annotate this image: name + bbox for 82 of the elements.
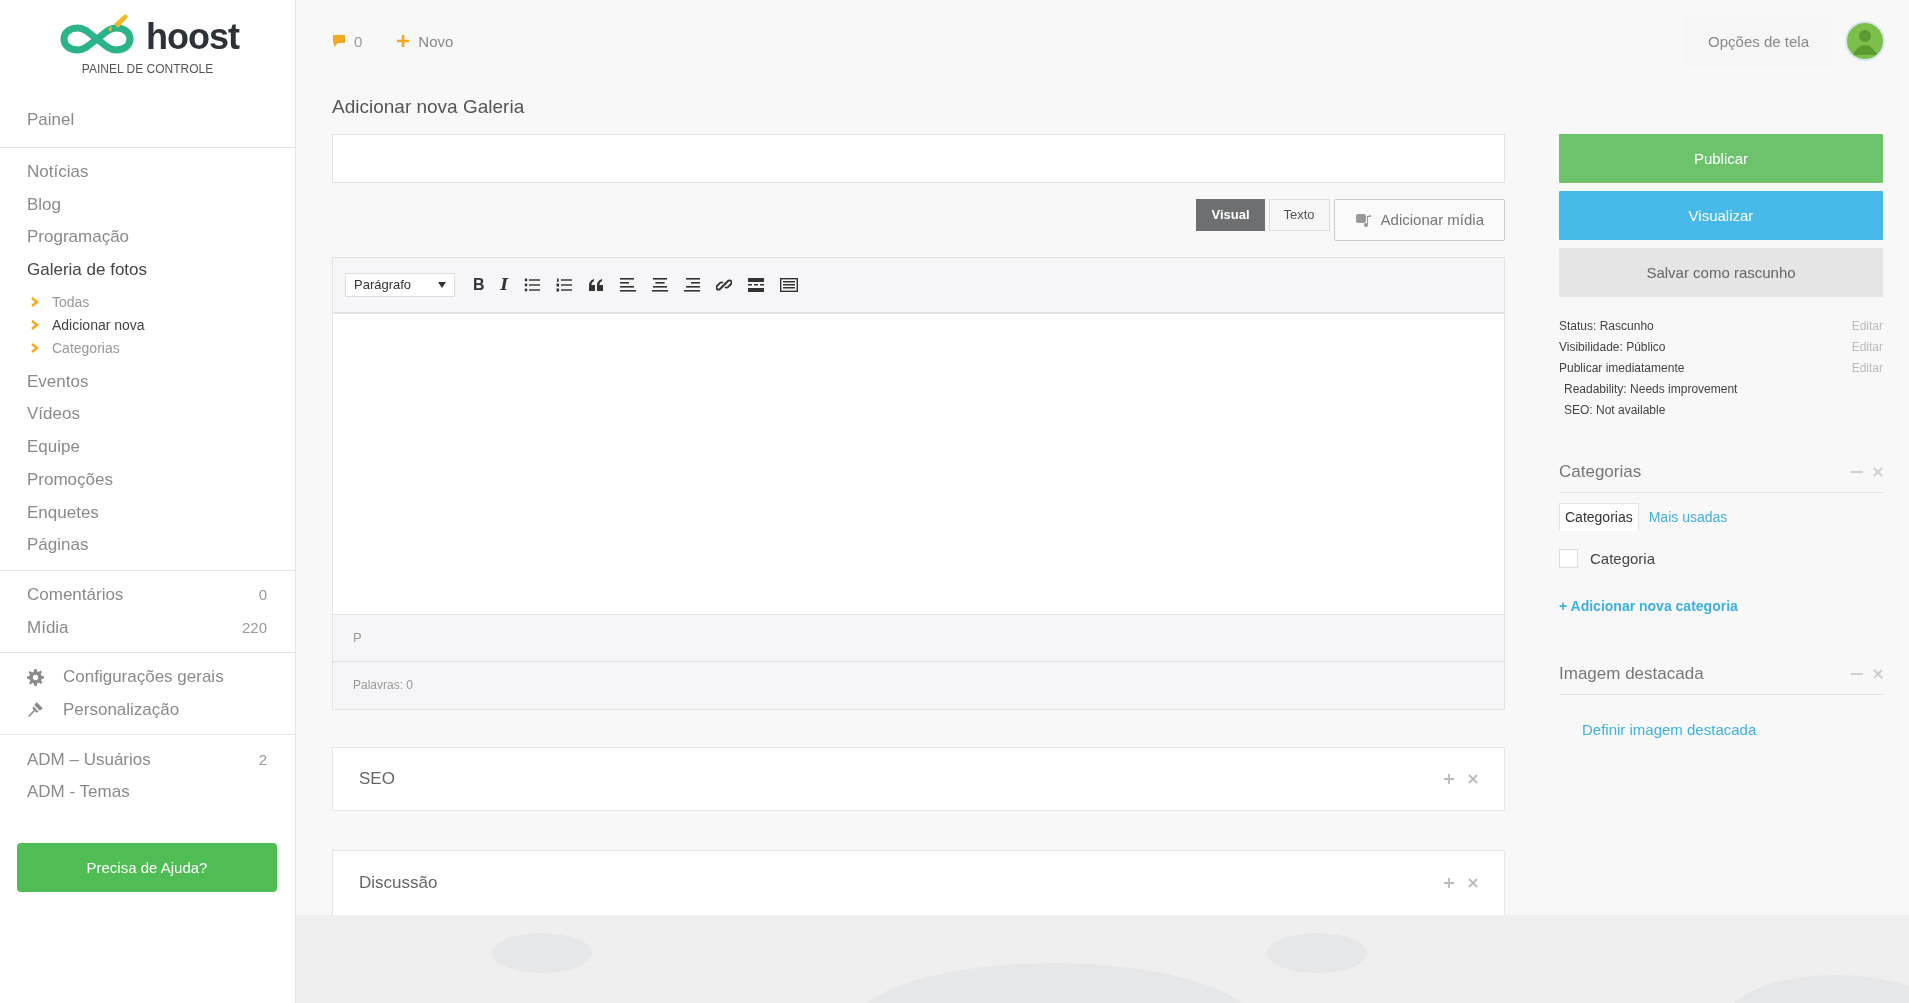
- help-button[interactable]: Precisa de Ajuda?: [17, 842, 277, 892]
- edit-link[interactable]: Editar: [1851, 319, 1883, 340]
- media-icon: [1354, 211, 1373, 228]
- category-tab[interactable]: Mais usadas: [1642, 503, 1734, 531]
- align-left-icon[interactable]: [620, 277, 637, 292]
- chevron-icon: [31, 319, 39, 330]
- seo-note: Readability: Needs improvement: [1563, 382, 1739, 398]
- bullet-list-icon[interactable]: [524, 277, 541, 292]
- sidebar-item[interactable]: ADM – Usuários 2: [0, 743, 295, 776]
- word-count: Palavras: 0: [353, 678, 414, 693]
- link-icon[interactable]: [716, 276, 733, 293]
- plus-icon[interactable]: [1444, 773, 1454, 784]
- sidebar-item[interactable]: Promoções: [0, 463, 295, 497]
- submenu-item[interactable]: Todas: [0, 290, 295, 314]
- plus-icon: [396, 34, 411, 48]
- new-link[interactable]: Novo: [396, 32, 454, 50]
- sidebar-item[interactable]: Programação: [0, 221, 295, 254]
- avatar-icon[interactable]: [1845, 21, 1885, 61]
- sidebar-item[interactable]: Notícias: [0, 155, 295, 189]
- sidebar-item[interactable]: Personalização: [0, 693, 295, 727]
- add-media-button[interactable]: Adicionar mídia: [1333, 198, 1505, 241]
- close-icon[interactable]: [1468, 773, 1478, 784]
- numbered-list-icon[interactable]: [556, 277, 573, 292]
- plus-icon[interactable]: [1444, 878, 1454, 889]
- count-label: 2: [258, 751, 267, 769]
- count-label: 220: [241, 619, 267, 637]
- edit-link[interactable]: Editar: [1851, 340, 1883, 361]
- sidebar-item[interactable]: Blog: [0, 188, 295, 222]
- page-title: Adicionar nova Galeria: [332, 95, 526, 119]
- read-more-icon[interactable]: [748, 277, 765, 292]
- count-label: 0: [258, 586, 267, 604]
- chevron-icon: [31, 296, 39, 307]
- seo-note: SEO: Not available: [1563, 403, 1667, 419]
- align-right-icon[interactable]: [684, 277, 701, 292]
- align-center-icon[interactable]: [652, 277, 669, 292]
- sidebar-item[interactable]: Enquetes: [0, 496, 295, 529]
- set-featured-image-link[interactable]: Definir imagem destacada: [1559, 721, 1883, 738]
- box-title: Imagem destacada: [1559, 664, 1705, 684]
- sidebar-item[interactable]: Comentários 0: [0, 578, 295, 612]
- sidebar-item[interactable]: Painel: [0, 104, 295, 137]
- caret-icon: [438, 281, 446, 288]
- sidebar-item[interactable]: Eventos: [0, 365, 295, 399]
- sidebar-item[interactable]: Galeria de fotos: [0, 253, 295, 287]
- comments-link[interactable]: 0: [332, 32, 363, 50]
- bold-button[interactable]: B: [473, 275, 485, 294]
- brush-icon: [27, 701, 44, 719]
- editor-tab[interactable]: Texto: [1268, 198, 1330, 231]
- submenu-item[interactable]: Adicionar nova: [0, 313, 295, 337]
- metabox-title: SEO: [359, 768, 396, 789]
- sidebar-item[interactable]: Configurações gerais: [0, 660, 295, 694]
- quote-icon[interactable]: [588, 278, 605, 291]
- keyboard-icon[interactable]: [780, 277, 799, 292]
- chevron-icon: [31, 342, 39, 353]
- italic-button[interactable]: I: [500, 275, 509, 295]
- status-text: Publicar imediatamente: [1559, 361, 1685, 377]
- box-title: Categorias: [1559, 462, 1643, 482]
- gear-icon: [27, 668, 44, 686]
- logo-subtitle: PAINEL DE CONTROLE: [81, 62, 214, 76]
- editor-tab[interactable]: Visual: [1196, 198, 1265, 231]
- sidebar-item[interactable]: Equipe: [0, 430, 295, 464]
- metabox-title: Discussão: [359, 873, 439, 894]
- category-label: Categoria: [1590, 550, 1656, 567]
- checkbox[interactable]: [1559, 549, 1578, 568]
- publish-button[interactable]: Publicar: [1559, 134, 1883, 183]
- close-icon[interactable]: [1468, 878, 1478, 889]
- sidebar-item[interactable]: Páginas: [0, 528, 295, 562]
- sidebar-item[interactable]: ADM - Temas: [0, 776, 295, 809]
- logo-wordmark: hoost: [146, 17, 239, 57]
- save-draft-button[interactable]: Salvar como rascunho: [1559, 248, 1883, 297]
- element-path: P: [353, 630, 362, 646]
- edit-link[interactable]: Editar: [1851, 361, 1883, 382]
- add-category-link[interactable]: + Adicionar nova categoria: [1559, 598, 1883, 614]
- submenu-item[interactable]: Categorias: [0, 336, 295, 360]
- format-dropdown[interactable]: Parágrafo: [345, 272, 455, 297]
- speech-bubble-icon: [332, 34, 346, 48]
- category-tab[interactable]: Categorias: [1559, 503, 1639, 531]
- sidebar-item[interactable]: Mídia 220: [0, 611, 295, 644]
- title-input[interactable]: [332, 133, 1505, 183]
- sidebar-item[interactable]: Vídeos: [0, 398, 295, 431]
- preview-button[interactable]: Visualizar: [1559, 191, 1883, 240]
- status-text: Visibilidade: Público: [1559, 340, 1666, 356]
- status-text: Status: Rascunho: [1559, 319, 1654, 335]
